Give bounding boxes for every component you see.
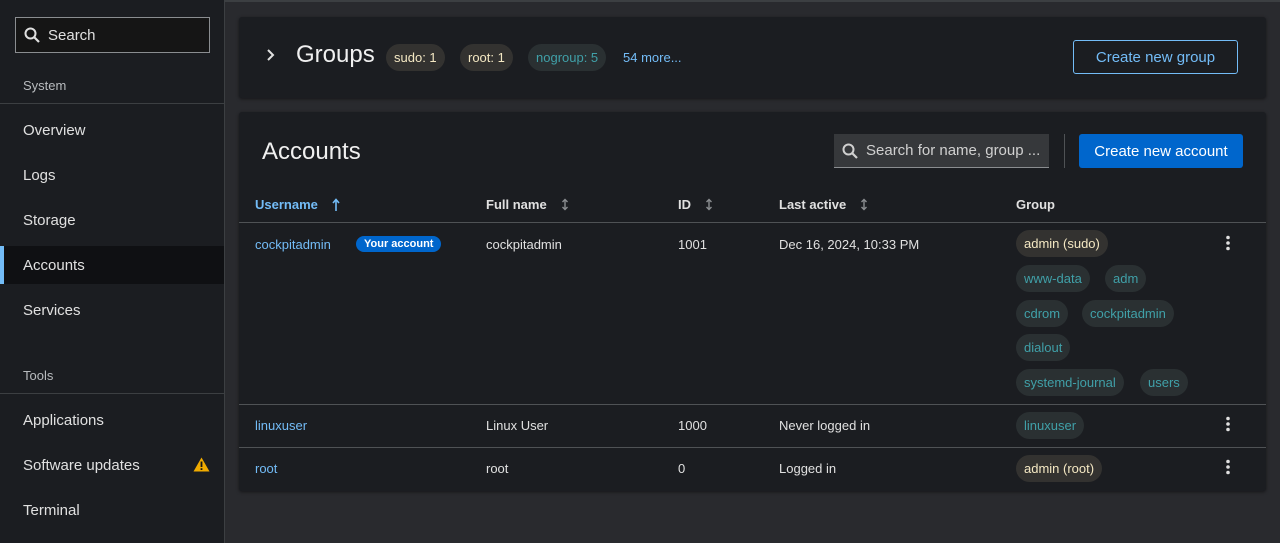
sidebar-item-logs[interactable]: Logs bbox=[0, 156, 224, 194]
group-chip[interactable]: adm bbox=[1105, 265, 1147, 292]
section-label-tools: Tools bbox=[23, 368, 54, 383]
column-header-label: ID bbox=[678, 197, 691, 212]
section-label-system: System bbox=[23, 78, 67, 93]
divider bbox=[0, 103, 224, 104]
row-divider bbox=[239, 404, 1266, 405]
create-group-button[interactable]: Create new group bbox=[1073, 40, 1238, 74]
sidebar-search[interactable] bbox=[15, 17, 210, 53]
sort-icon bbox=[706, 198, 712, 211]
full-name: Linux User bbox=[486, 418, 549, 433]
group-chip[interactable]: dialout bbox=[1016, 334, 1071, 361]
sidebar-item-accounts[interactable]: Accounts bbox=[0, 246, 224, 284]
sidebar-item-applications[interactable]: Applications bbox=[0, 401, 224, 439]
accounts-search-input[interactable] bbox=[866, 142, 1046, 159]
full-name: root bbox=[486, 461, 509, 476]
group-chip[interactable]: cockpitadmin bbox=[1082, 300, 1174, 327]
column-header-group: Group bbox=[1016, 197, 1055, 212]
sort-ascending-icon bbox=[332, 198, 340, 211]
group-chip[interactable]: admin (sudo) bbox=[1016, 230, 1108, 257]
user-id: 0 bbox=[678, 461, 686, 476]
your-account-badge: Your account bbox=[356, 236, 442, 252]
sort-icon bbox=[861, 198, 868, 211]
main-content: Groups sudo: 1 root: 1 nogroup: 5 54 mor… bbox=[225, 0, 1280, 543]
search-icon bbox=[842, 143, 858, 159]
column-header-last-active[interactable]: Last active bbox=[779, 197, 868, 212]
row-divider bbox=[239, 447, 1266, 448]
sidebar-item-label: Services bbox=[23, 301, 81, 319]
group-chip-root[interactable]: root: 1 bbox=[460, 44, 513, 71]
username-link[interactable]: cockpitadmin bbox=[255, 237, 331, 252]
warning-icon bbox=[193, 457, 210, 472]
group-chip[interactable]: linuxuser bbox=[1016, 412, 1085, 439]
sidebar-item-storage[interactable]: Storage bbox=[0, 201, 224, 239]
sidebar-item-software-updates[interactable]: Software updates bbox=[0, 446, 224, 484]
last-active: Never logged in bbox=[779, 418, 871, 433]
column-header-label: Group bbox=[1016, 197, 1055, 212]
accounts-card: Accounts Create new account Username Ful… bbox=[239, 112, 1266, 491]
groups-title: Groups bbox=[296, 41, 375, 68]
toolbar-separator bbox=[1064, 134, 1065, 168]
group-chip-sudo[interactable]: sudo: 1 bbox=[386, 44, 445, 71]
search-icon bbox=[24, 27, 40, 43]
table-header-divider bbox=[239, 222, 1266, 223]
sidebar-item-label: Software updates bbox=[23, 456, 140, 474]
kebab-menu-icon[interactable] bbox=[1225, 235, 1231, 251]
group-chip[interactable]: www-data bbox=[1016, 265, 1090, 292]
last-active: Logged in bbox=[779, 461, 837, 476]
sidebar: System Overview Logs Storage Accounts Se… bbox=[0, 0, 225, 543]
sidebar-item-label: Logs bbox=[23, 166, 56, 184]
groups-card: Groups sudo: 1 root: 1 nogroup: 5 54 mor… bbox=[239, 17, 1266, 98]
user-id: 1000 bbox=[678, 418, 707, 433]
sidebar-search-input[interactable] bbox=[48, 26, 198, 44]
last-active: Dec 16, 2024, 10:33 PM bbox=[779, 237, 920, 252]
kebab-menu-icon[interactable] bbox=[1225, 459, 1231, 475]
sidebar-item-label: Terminal bbox=[23, 501, 80, 519]
column-header-label: Last active bbox=[779, 197, 847, 212]
divider bbox=[0, 393, 224, 394]
sidebar-item-terminal[interactable]: Terminal bbox=[0, 491, 224, 529]
column-header-label: Full name bbox=[486, 197, 547, 212]
accounts-search[interactable] bbox=[834, 134, 1049, 168]
sidebar-item-overview[interactable]: Overview bbox=[0, 111, 224, 149]
group-chip[interactable]: cdrom bbox=[1016, 300, 1069, 327]
kebab-menu-icon[interactable] bbox=[1225, 416, 1231, 432]
group-chip-nogroup[interactable]: nogroup: 5 bbox=[528, 44, 607, 71]
group-chip[interactable]: users bbox=[1140, 369, 1188, 396]
username-link[interactable]: linuxuser bbox=[255, 418, 307, 433]
column-header-id[interactable]: ID bbox=[678, 197, 713, 212]
column-header-username[interactable]: Username bbox=[255, 197, 340, 212]
sidebar-item-label: Applications bbox=[23, 411, 104, 429]
sidebar-item-label: Overview bbox=[23, 121, 86, 139]
full-name: cockpitadmin bbox=[486, 237, 562, 252]
user-id: 1001 bbox=[678, 237, 707, 252]
column-header-label: Username bbox=[255, 197, 318, 212]
sidebar-item-services[interactable]: Services bbox=[0, 291, 224, 329]
column-header-full-name[interactable]: Full name bbox=[486, 197, 569, 212]
more-groups-link[interactable]: 54 more... bbox=[623, 50, 682, 65]
sort-icon bbox=[561, 198, 568, 211]
accounts-title: Accounts bbox=[262, 138, 361, 165]
group-chip[interactable]: systemd-journal bbox=[1016, 369, 1124, 396]
chevron-right-icon[interactable] bbox=[265, 49, 275, 61]
create-account-button[interactable]: Create new account bbox=[1079, 134, 1243, 168]
username-link[interactable]: root bbox=[255, 461, 277, 476]
sidebar-item-label: Accounts bbox=[23, 256, 85, 274]
sidebar-item-label: Storage bbox=[23, 211, 76, 229]
group-chip[interactable]: admin (root) bbox=[1016, 455, 1103, 482]
